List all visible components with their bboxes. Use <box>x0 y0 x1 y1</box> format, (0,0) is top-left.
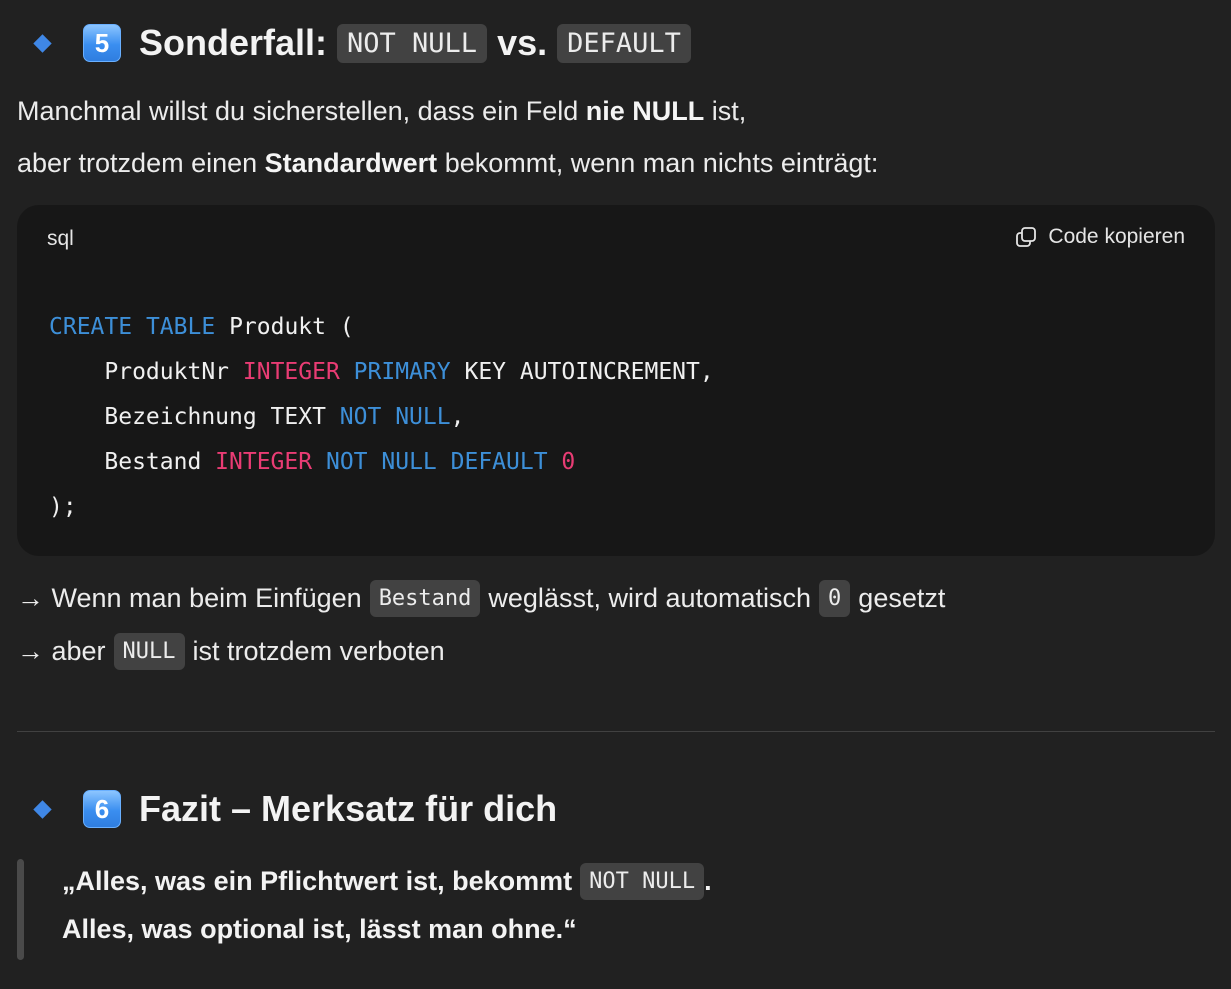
note-text: gesetzt <box>858 583 946 613</box>
blue-diamond-icon <box>33 799 52 819</box>
intro-line-1: Manchmal willst du sicherstellen, dass e… <box>17 96 746 127</box>
note-text: weglässt, wird automatisch <box>488 583 812 613</box>
section-5-heading: 5 Sonderfall: NOT NULL vs. DEFAULT <box>30 22 701 64</box>
code-number: 0 <box>561 449 576 475</box>
code-keyword: PRIMARY <box>353 359 451 385</box>
code-text: Bezeichnung TEXT <box>49 404 340 430</box>
intro-text: aber trotzdem einen <box>17 148 265 178</box>
heading-vs: vs. <box>497 22 548 63</box>
quote-line-2: Alles, was optional ist, lässt man ohne.… <box>62 914 577 944</box>
intro-text: Manchmal willst du sicherstellen, dass e… <box>17 96 586 126</box>
code-language-label: sql <box>47 227 74 250</box>
intro-bold: Standardwert <box>264 148 438 178</box>
heading-title: Fazit – Merksatz für dich <box>139 788 558 829</box>
intro-text: bekommt, wenn man nichts einträgt: <box>437 148 879 178</box>
code-text: ); <box>49 494 77 520</box>
code-text: Produkt ( <box>229 314 354 340</box>
code-content: CREATE TABLE Produkt ( ProduktNr INTEGER… <box>49 305 714 530</box>
blue-diamond-icon <box>33 33 52 53</box>
intro-bold: nie NULL <box>585 96 705 126</box>
blockquote-bar <box>17 859 24 960</box>
sql-code-block: sql Code kopieren CREATE TABLE Produkt (… <box>17 205 1215 556</box>
code-keyword: NOT <box>339 404 382 430</box>
inline-code-null: NULL <box>113 633 185 670</box>
code-text: , <box>450 404 465 430</box>
copy-label: Code kopieren <box>1048 225 1185 248</box>
note-text: → aber <box>17 636 106 666</box>
note-line-2: → aber NULL ist trotzdem verboten <box>17 633 445 670</box>
code-keyword: NOT <box>325 449 368 475</box>
intro-text: ist, <box>704 96 747 126</box>
code-type: INTEGER <box>242 359 340 385</box>
copy-code-button[interactable]: Code kopieren <box>1014 225 1185 249</box>
quote-text: . <box>704 866 712 896</box>
code-keyword: TABLE <box>145 314 216 340</box>
code-keyword: CREATE <box>49 314 133 340</box>
inline-code-not-null: NOT NULL <box>580 863 705 900</box>
copy-icon <box>1016 227 1037 247</box>
code-keyword: NULL <box>395 404 451 430</box>
quote-text: „Alles, was ein Pflichtwert ist, bekommt <box>62 866 573 896</box>
heading-prefix: Sonderfall: <box>139 22 328 63</box>
intro-line-2: aber trotzdem einen Standardwert bekommt… <box>17 148 878 179</box>
note-line-1: → Wenn man beim Einfügen Bestand weglässt,… <box>17 580 946 617</box>
code-text: KEY AUTOINCREMENT, <box>464 359 714 385</box>
inline-code-zero: 0 <box>819 580 851 617</box>
keycap-6-icon: 6 <box>83 790 121 828</box>
code-keyword: DEFAULT <box>450 449 548 475</box>
heading-code-default: DEFAULT <box>557 23 691 63</box>
quote-line-1: „Alles, was ein Pflichtwert ist, bekommt… <box>62 863 712 900</box>
inline-code-bestand: Bestand <box>369 580 481 617</box>
section-6-heading: 6 Fazit – Merksatz für dich <box>30 788 557 830</box>
note-text: → Wenn man beim Einfügen <box>17 583 362 613</box>
section-divider <box>17 731 1215 732</box>
code-type: INTEGER <box>215 449 313 475</box>
code-text: ProduktNr <box>49 359 243 385</box>
code-text: Bestand <box>49 449 216 475</box>
code-keyword: NULL <box>381 449 437 475</box>
keycap-5-icon: 5 <box>83 24 121 62</box>
heading-code-not-null: NOT NULL <box>337 23 488 63</box>
note-text: ist trotzdem verboten <box>192 636 445 666</box>
